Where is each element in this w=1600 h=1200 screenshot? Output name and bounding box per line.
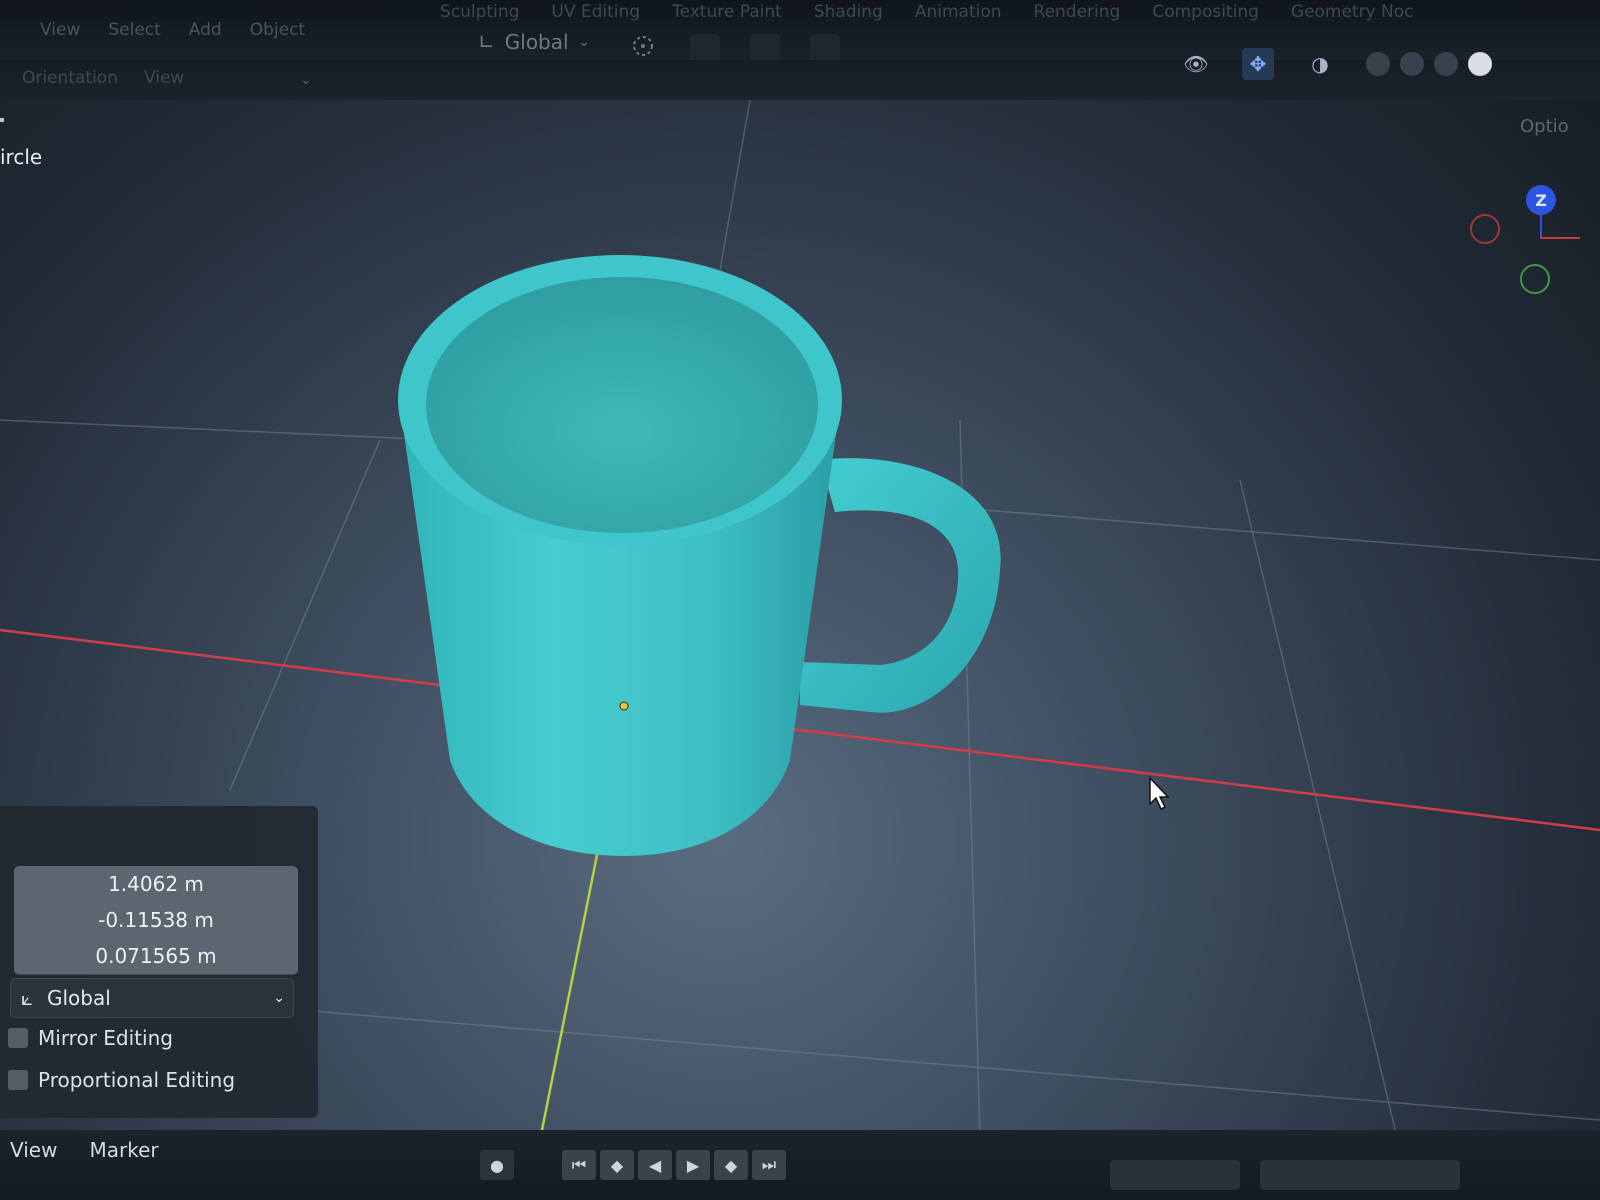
proportional-editing-toggle[interactable]: Proportional Editing [8, 1068, 235, 1092]
frame-range-field[interactable] [1260, 1160, 1460, 1190]
wireframe-shading-icon[interactable] [1366, 52, 1390, 76]
prev-keyframe-icon[interactable]: ◆ [600, 1150, 634, 1180]
shading-modes [1366, 52, 1492, 76]
mirror-editing-label: Mirror Editing [38, 1026, 173, 1050]
chevron-down-icon[interactable]: ⌄ [300, 72, 312, 88]
play-icon[interactable]: ▶ [676, 1150, 710, 1180]
mouse-cursor-icon [1149, 776, 1170, 811]
mug-inside [426, 277, 818, 533]
object-origin [619, 701, 629, 711]
chevron-down-icon: ⌄ [273, 990, 285, 1006]
gizmo-z-button[interactable]: Z [1526, 185, 1556, 215]
sub-header-items: Orientation View [22, 68, 184, 88]
current-frame-field[interactable] [1110, 1160, 1240, 1190]
timeline-menu-view[interactable]: View [10, 1138, 57, 1162]
active-object-label: ircle [0, 145, 43, 169]
tab-geometry-nodes[interactable]: Geometry Noc [1291, 2, 1414, 28]
jump-start-icon[interactable]: ⏮ [562, 1150, 596, 1180]
playback-controls: ● ⏮ ◆ ◀ ▶ ◆ ⏭ [480, 1150, 786, 1180]
gizmo-neg-y-button[interactable] [1520, 264, 1550, 294]
viewport-menu: View Select Add Object [40, 20, 305, 40]
tab-sculpting[interactable]: Sculpting [440, 2, 519, 28]
transform-orientation-dropdown[interactable]: ∟ Global ⌄ [478, 30, 589, 54]
solid-shading-icon[interactable] [1400, 52, 1424, 76]
mirror-editing-checkbox[interactable] [8, 1028, 28, 1048]
transform-orientation-label: Global [504, 30, 569, 54]
mug-handle[interactable] [800, 458, 1001, 713]
orientation-value: Global [46, 986, 111, 1010]
menu-add[interactable]: Add [189, 20, 222, 40]
tab-rendering[interactable]: Rendering [1034, 2, 1121, 28]
pivot-icon[interactable] [626, 32, 660, 60]
tab-animation[interactable]: Animation [915, 2, 1002, 28]
rendered-shading-icon[interactable] [1468, 52, 1492, 76]
move-z-field[interactable]: 0.071565 m [14, 938, 298, 975]
axes-icon: ∟ [478, 30, 495, 54]
play-reverse-icon[interactable]: ◀ [638, 1150, 672, 1180]
chevron-down-icon: ⌄ [578, 34, 590, 50]
orientation-label: Orientation [22, 68, 118, 88]
record-icon[interactable]: ● [480, 1150, 514, 1180]
material-shading-icon[interactable] [1434, 52, 1458, 76]
proportional-editing-label: Proportional Editing [38, 1068, 236, 1092]
next-keyframe-icon[interactable]: ◆ [714, 1150, 748, 1180]
menu-object[interactable]: Object [250, 20, 305, 40]
options-button[interactable]: Optio [1520, 116, 1569, 137]
gizmo-z-axis [1540, 215, 1542, 239]
view-label[interactable]: View [144, 68, 184, 88]
timeline-menu: View Marker [10, 1138, 159, 1162]
orientation-select[interactable]: ⟀ Global ⌄ [10, 978, 294, 1018]
move-x-field[interactable]: 1.4062 m [14, 866, 298, 903]
tab-texture-paint[interactable]: Texture Paint [672, 2, 782, 28]
gizmo-neg-x-button[interactable] [1470, 214, 1500, 244]
tab-shading[interactable]: Shading [814, 2, 883, 28]
axes-icon: ⟀ [21, 986, 33, 1010]
overlay-icon[interactable]: ◑ [1304, 48, 1336, 80]
menu-view[interactable]: View [40, 20, 80, 40]
gizmo-x-axis [1540, 237, 1580, 239]
menu-select[interactable]: Select [108, 20, 160, 40]
jump-end-icon[interactable]: ⏭ [752, 1150, 786, 1180]
viewport-display-controls: 👁 ✥ ◑ [1180, 48, 1492, 80]
bullet [0, 118, 4, 122]
workspace-tabs: Sculpting UV Editing Texture Paint Shadi… [440, 2, 1600, 28]
y-axis-line [538, 839, 602, 1141]
eye-icon[interactable]: 👁 [1180, 48, 1212, 80]
tab-compositing[interactable]: Compositing [1152, 2, 1259, 28]
mirror-editing-toggle[interactable]: Mirror Editing [8, 1026, 173, 1050]
tab-uv-editing[interactable]: UV Editing [551, 2, 640, 28]
proportional-editing-checkbox[interactable] [8, 1070, 28, 1090]
move-y-field[interactable]: -0.11538 m [14, 902, 298, 939]
timeline-menu-marker[interactable]: Marker [89, 1138, 158, 1162]
gizmo-icon[interactable]: ✥ [1242, 48, 1274, 80]
